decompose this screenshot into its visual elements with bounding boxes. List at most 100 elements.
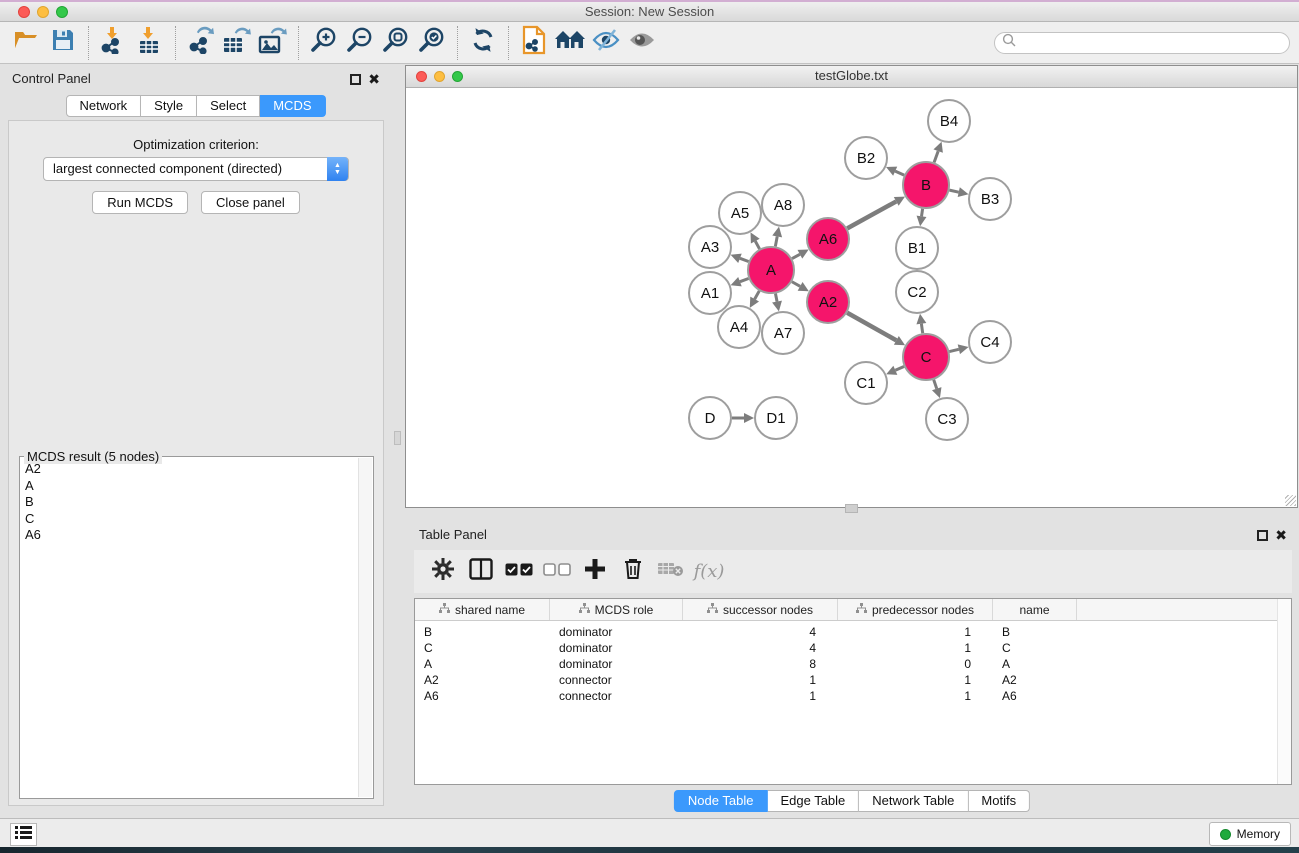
edge-B-B2[interactable]	[895, 171, 904, 175]
refresh-button[interactable]	[465, 26, 501, 60]
horizontal-splitter-grip[interactable]	[845, 504, 858, 513]
mcds-list-scrollbar[interactable]	[358, 458, 372, 797]
table-cell[interactable]: A6	[415, 689, 550, 703]
table-cell[interactable]: A2	[993, 673, 1077, 687]
memory-button[interactable]: Memory	[1209, 822, 1291, 846]
table-cell[interactable]: B	[415, 625, 550, 639]
table-cell[interactable]: A6	[993, 689, 1077, 703]
network-from-file-button[interactable]	[516, 26, 552, 60]
float-panel-icon[interactable]	[350, 74, 361, 85]
table-cell[interactable]: A2	[415, 673, 550, 687]
tab-select[interactable]: Select	[197, 95, 260, 117]
table-cell[interactable]: C	[993, 641, 1077, 655]
tab-mcds[interactable]: MCDS	[260, 95, 325, 117]
select-all-button[interactable]	[500, 555, 538, 589]
table-cell[interactable]: dominator	[550, 641, 683, 655]
edge-C-C4[interactable]	[949, 349, 958, 351]
tab-style[interactable]: Style	[141, 95, 197, 117]
save-session-button[interactable]	[45, 26, 81, 60]
task-history-button[interactable]	[10, 823, 37, 846]
table-cell[interactable]: C	[415, 641, 550, 655]
search-field[interactable]	[994, 32, 1290, 54]
mcds-result-item[interactable]: C	[23, 511, 357, 528]
table-cell[interactable]: A	[415, 657, 550, 671]
edge-A2-C[interactable]	[847, 313, 896, 341]
table-cell[interactable]: connector	[550, 689, 683, 703]
column-header-mcds-role[interactable]: MCDS role	[550, 599, 683, 620]
tab-network[interactable]: Network	[65, 95, 141, 117]
zoom-selected-button[interactable]	[414, 26, 450, 60]
table-settings-button[interactable]	[424, 555, 462, 589]
mcds-result-item[interactable]: A	[23, 478, 357, 495]
column-header-name[interactable]: name	[993, 599, 1077, 620]
table-cell[interactable]: dominator	[550, 625, 683, 639]
edge-A-A1[interactable]	[740, 278, 749, 281]
table-row[interactable]: Bdominator41B	[415, 624, 1291, 640]
add-column-button[interactable]	[576, 555, 614, 589]
tab-network-table[interactable]: Network Table	[859, 790, 968, 812]
column-header-predecessor-nodes[interactable]: predecessor nodes	[838, 599, 993, 620]
column-view-button[interactable]	[462, 555, 500, 589]
table-cell[interactable]: 1	[683, 689, 838, 703]
edge-B-B1[interactable]	[922, 209, 923, 217]
function-builder-button-disabled[interactable]: f(x)	[690, 555, 728, 589]
import-network-button[interactable]	[96, 26, 132, 60]
zoom-fit-button[interactable]	[378, 26, 414, 60]
resize-grip-icon[interactable]	[1285, 495, 1296, 506]
network-titlebar[interactable]: testGlobe.txt	[406, 66, 1297, 88]
run-mcds-button[interactable]: Run MCDS	[92, 191, 188, 214]
delete-column-button[interactable]	[614, 555, 652, 589]
table-cell[interactable]: 1	[838, 641, 993, 655]
float-table-panel-icon[interactable]	[1257, 530, 1268, 541]
mcds-result-item[interactable]: A6	[23, 527, 357, 544]
network-canvas[interactable]: AA1A2A3A4A5A6A7A8BB1B2B3B4CC1C2C3C4DD1	[406, 88, 1297, 507]
edge-C-C1[interactable]	[895, 367, 904, 371]
import-table-button[interactable]	[132, 26, 168, 60]
close-table-panel-icon[interactable]: ✖	[1275, 527, 1287, 543]
table-cell[interactable]: connector	[550, 673, 683, 687]
edge-A-A4[interactable]	[755, 291, 760, 299]
table-cell[interactable]: 8	[683, 657, 838, 671]
table-cell[interactable]: 1	[838, 689, 993, 703]
edge-C-C3[interactable]	[934, 380, 937, 389]
table-row[interactable]: Cdominator41C	[415, 640, 1291, 656]
hide-selected-button[interactable]	[588, 26, 624, 60]
column-header-successor-nodes[interactable]: successor nodes	[683, 599, 838, 620]
edge-A6-B[interactable]	[847, 201, 896, 228]
table-cell[interactable]: 4	[683, 641, 838, 655]
mcds-result-item[interactable]: A2	[23, 461, 357, 478]
tab-edge-table[interactable]: Edge Table	[767, 790, 859, 812]
table-cell[interactable]: B	[993, 625, 1077, 639]
edge-B-B4[interactable]	[934, 151, 938, 162]
table-row[interactable]: A6connector11A6	[415, 688, 1291, 704]
edge-A-A3[interactable]	[740, 258, 749, 261]
show-eye-button[interactable]	[624, 26, 660, 60]
edge-A-A5[interactable]	[755, 241, 759, 249]
edge-A-A8[interactable]	[775, 236, 777, 246]
edge-A-A2[interactable]	[792, 282, 800, 287]
export-image-button[interactable]	[255, 26, 291, 60]
close-panel-button[interactable]: Close panel	[201, 191, 300, 214]
deselect-all-button[interactable]	[538, 555, 576, 589]
table-row[interactable]: A2connector11A2	[415, 672, 1291, 688]
zoom-out-button[interactable]	[342, 26, 378, 60]
table-cell[interactable]: 1	[838, 673, 993, 687]
table-cell[interactable]: 1	[838, 625, 993, 639]
table-cell[interactable]: dominator	[550, 657, 683, 671]
splitter-grip[interactable]	[394, 431, 401, 445]
table-cell[interactable]: 0	[838, 657, 993, 671]
edge-C-C2[interactable]	[921, 324, 922, 334]
home-button[interactable]	[552, 26, 588, 60]
criterion-dropdown[interactable]: largest connected component (directed) ▲…	[43, 157, 349, 181]
delete-table-button-disabled[interactable]	[652, 555, 690, 589]
column-header-shared-name[interactable]: shared name	[415, 599, 550, 620]
table-scrollbar[interactable]	[1277, 599, 1291, 784]
tab-motifs[interactable]: Motifs	[968, 790, 1030, 812]
zoom-in-button[interactable]	[306, 26, 342, 60]
table-cell[interactable]: A	[993, 657, 1077, 671]
edge-A-A6[interactable]	[792, 254, 800, 258]
table-row[interactable]: Adominator80A	[415, 656, 1291, 672]
edge-B-B3[interactable]	[949, 190, 958, 192]
mcds-result-item[interactable]: B	[23, 494, 357, 511]
tab-node-table[interactable]: Node Table	[674, 790, 768, 812]
